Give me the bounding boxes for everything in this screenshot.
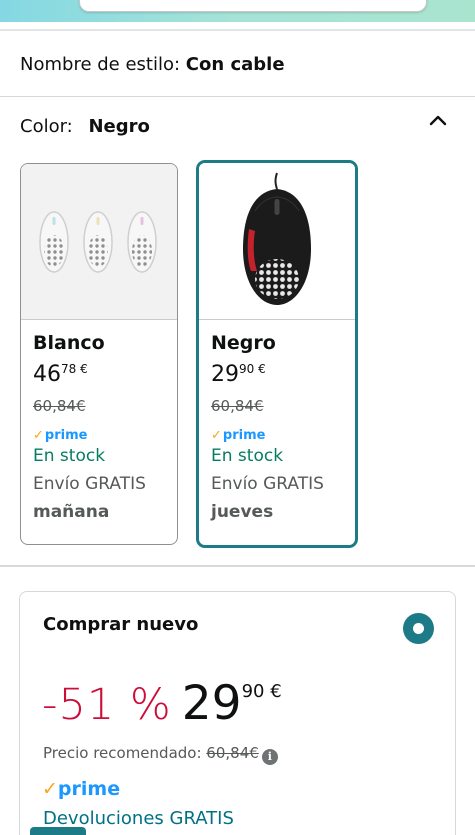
header-divider bbox=[0, 29, 475, 31]
buy-price-dec: 90 € bbox=[241, 681, 282, 702]
style-label: Nombre de estilo: bbox=[20, 54, 181, 75]
variant-delivery: mañana bbox=[33, 502, 110, 522]
variant-stock: En stock bbox=[33, 446, 106, 466]
color-row[interactable]: Color: Negro bbox=[20, 116, 150, 137]
prime-badge: ✓prime bbox=[42, 778, 121, 800]
bottom-tab-indicator bbox=[30, 827, 86, 835]
buy-title: Comprar nuevo bbox=[43, 614, 199, 635]
variant-card-negro[interactable]: Negro 2990 € 60,84€ ✓prime En stock Enví… bbox=[196, 160, 358, 548]
variant-name: Blanco bbox=[33, 332, 105, 354]
prime-check-icon: ✓ bbox=[211, 428, 222, 443]
variant-price: 4678 € bbox=[33, 362, 177, 394]
buy-new-box[interactable]: Comprar nuevo -51 % 2990 € Precio recomen… bbox=[19, 591, 456, 835]
color-label: Color: bbox=[20, 116, 73, 137]
variant-list-price: 60,84€ bbox=[33, 397, 86, 415]
variant-shipping: Envío GRATIS bbox=[33, 474, 146, 494]
variant-card-blanco[interactable]: Blanco 4678 € 60,84€ ✓prime En stock Env… bbox=[20, 163, 178, 545]
variant-price-int: 29 bbox=[211, 362, 239, 387]
variant-stock: En stock bbox=[211, 446, 284, 466]
prime-check-icon: ✓ bbox=[33, 428, 44, 443]
info-icon[interactable]: i bbox=[261, 749, 278, 765]
variant-delivery: jueves bbox=[211, 502, 274, 522]
product-image-white-mice bbox=[21, 164, 177, 320]
search-bar[interactable] bbox=[79, 0, 427, 12]
prime-badge: ✓prime bbox=[211, 428, 266, 443]
variant-name: Negro bbox=[211, 332, 276, 354]
variant-price-dec: 78 € bbox=[61, 362, 88, 376]
recommended-price-row: Precio recomendado: 60,84€ i bbox=[43, 744, 278, 765]
radio-selected-icon[interactable] bbox=[403, 613, 434, 644]
buy-price-line: -51 % 2990 € bbox=[42, 676, 282, 731]
style-name-row: Nombre de estilo: Con cable bbox=[20, 54, 285, 75]
prime-check-icon: ✓ bbox=[42, 778, 58, 800]
variant-price-dec: 90 € bbox=[239, 362, 266, 376]
recommended-price: 60,84€ bbox=[206, 744, 259, 762]
section-divider bbox=[0, 565, 475, 567]
color-value: Negro bbox=[88, 116, 150, 137]
buy-price-int: 29 bbox=[181, 676, 242, 731]
variant-shipping: Envío GRATIS bbox=[211, 474, 324, 494]
recommended-label: Precio recomendado: bbox=[43, 744, 202, 762]
variant-list-price: 60,84€ bbox=[211, 397, 264, 415]
prime-badge: ✓prime bbox=[33, 428, 88, 443]
variant-price-int: 46 bbox=[33, 362, 61, 387]
chevron-up-icon[interactable] bbox=[428, 110, 448, 130]
style-value: Con cable bbox=[185, 54, 285, 75]
free-returns-link[interactable]: Devoluciones GRATIS bbox=[43, 808, 234, 829]
section-divider bbox=[0, 96, 475, 97]
variant-price: 2990 € bbox=[211, 362, 355, 394]
product-image-black-mouse bbox=[199, 163, 355, 320]
discount-percent: -51 % bbox=[42, 680, 172, 730]
